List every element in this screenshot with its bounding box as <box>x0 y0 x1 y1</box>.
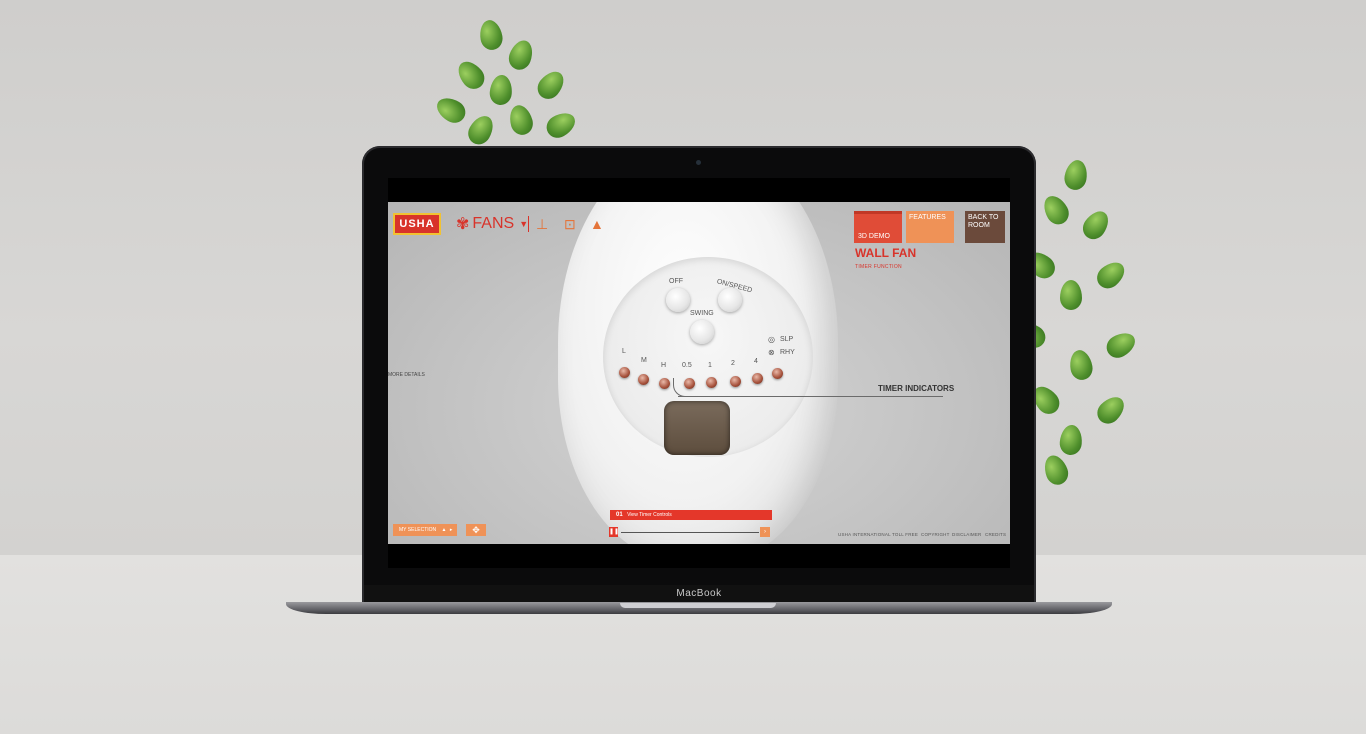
timer-led-1 <box>706 377 717 388</box>
tab-features-label: FEATURES <box>909 214 946 221</box>
footer-link-disclaimer[interactable]: DISCLAIMER <box>952 532 982 537</box>
off-button[interactable] <box>666 288 690 312</box>
tab-features[interactable]: FEATURES <box>906 211 954 243</box>
fullscreen-icon: ✥ <box>472 525 480 535</box>
rhy-label: RHY <box>780 349 795 356</box>
screen-top-letterbox <box>388 178 1010 202</box>
speed-led-m <box>638 374 649 385</box>
chevron-down-icon: ▼ <box>519 219 529 229</box>
swing-label: SWING <box>690 310 714 317</box>
speed-label-m: M <box>641 357 647 364</box>
page-title: WALL FAN <box>855 246 917 260</box>
step-number: 01 <box>616 512 623 518</box>
fullscreen-button[interactable]: ✥ <box>466 524 486 536</box>
speed-label-l: L <box>622 348 626 355</box>
timer-led-4 <box>752 373 763 384</box>
back-to-room-label: BACK TO ROOM <box>968 214 999 229</box>
rhythm-mode-icon: ⊗ <box>768 348 775 357</box>
speed-led-h <box>659 378 670 389</box>
ceiling-fan-icon[interactable]: ⊥ <box>536 216 548 233</box>
usha-logo[interactable]: USHA <box>393 213 441 235</box>
table-fan-icon[interactable]: ⊡ <box>564 216 576 233</box>
camera-icon <box>696 160 701 165</box>
footer-link-usha-international[interactable]: USHA INTERNATIONAL <box>838 532 891 537</box>
mode-led <box>772 368 783 379</box>
timer-label-2: 2 <box>731 360 735 367</box>
app-screen: OFF ON/SPEED SWING ◎ SLP ⊗ RHY L M H 0.5… <box>388 202 1010 544</box>
next-icon: › <box>764 529 766 535</box>
tab-3d-demo-label: 3D DEMO <box>858 233 890 240</box>
step-bar: 01 View Timer Controls <box>610 510 772 520</box>
pause-button[interactable]: ❚❚ <box>609 527 620 537</box>
logo-text: USHA <box>395 215 439 233</box>
laptop-brand-label: MacBook <box>364 585 1034 603</box>
footer-link-toll-free[interactable]: TOLL FREE <box>892 532 918 537</box>
more-details-link[interactable]: MORE DETAILS <box>388 372 425 378</box>
chevron-up-icon: ▲ <box>441 527 447 533</box>
next-button[interactable]: › <box>760 527 770 537</box>
screen-bottom-letterbox <box>388 544 1010 568</box>
speed-label-h: H <box>661 362 667 369</box>
fan-display-window <box>664 401 730 455</box>
progress-track[interactable] <box>621 532 759 533</box>
back-to-room-button[interactable]: BACK TO ROOM <box>965 211 1005 243</box>
timer-label-0-5: 0.5 <box>682 362 692 369</box>
fan-icon: ✾ <box>456 216 470 233</box>
timer-led-2 <box>730 376 741 387</box>
my-selection-label: MY SELECTION <box>399 527 437 533</box>
footer-link-credits[interactable]: CREDITS <box>985 532 1006 537</box>
timer-label-4: 4 <box>754 358 758 365</box>
timer-callout-line <box>678 396 943 397</box>
pause-icon: ❚❚ <box>609 529 620 535</box>
sleep-mode-icon: ◎ <box>768 335 775 344</box>
tab-3d-demo[interactable]: 3D DEMO <box>854 211 902 243</box>
slp-label: SLP <box>780 336 794 343</box>
timer-indicators-label: TIMER INDICATORS <box>878 384 955 393</box>
category-label: FANS <box>472 215 515 232</box>
header-divider <box>528 216 529 232</box>
off-label: OFF <box>669 278 683 285</box>
chevron-right-icon: ▸ <box>449 527 453 533</box>
step-label: View Timer Controls <box>627 512 672 518</box>
footer-link-copyright[interactable]: COPYRIGHT <box>921 532 950 537</box>
swing-button[interactable] <box>690 320 714 344</box>
plant-left <box>430 18 590 150</box>
on-speed-button[interactable] <box>718 288 742 312</box>
my-selection-button[interactable]: MY SELECTION ▲ ▸ <box>393 524 457 536</box>
laptop-notch <box>620 603 776 608</box>
page-subtitle: TIMER FUNCTION <box>855 264 902 270</box>
pedestal-fan-icon[interactable]: ▲ <box>590 216 604 232</box>
speed-led-l <box>619 367 630 378</box>
timer-label-1: 1 <box>708 362 712 369</box>
category-dropdown[interactable]: ✾ FANS ▼ <box>456 214 528 234</box>
